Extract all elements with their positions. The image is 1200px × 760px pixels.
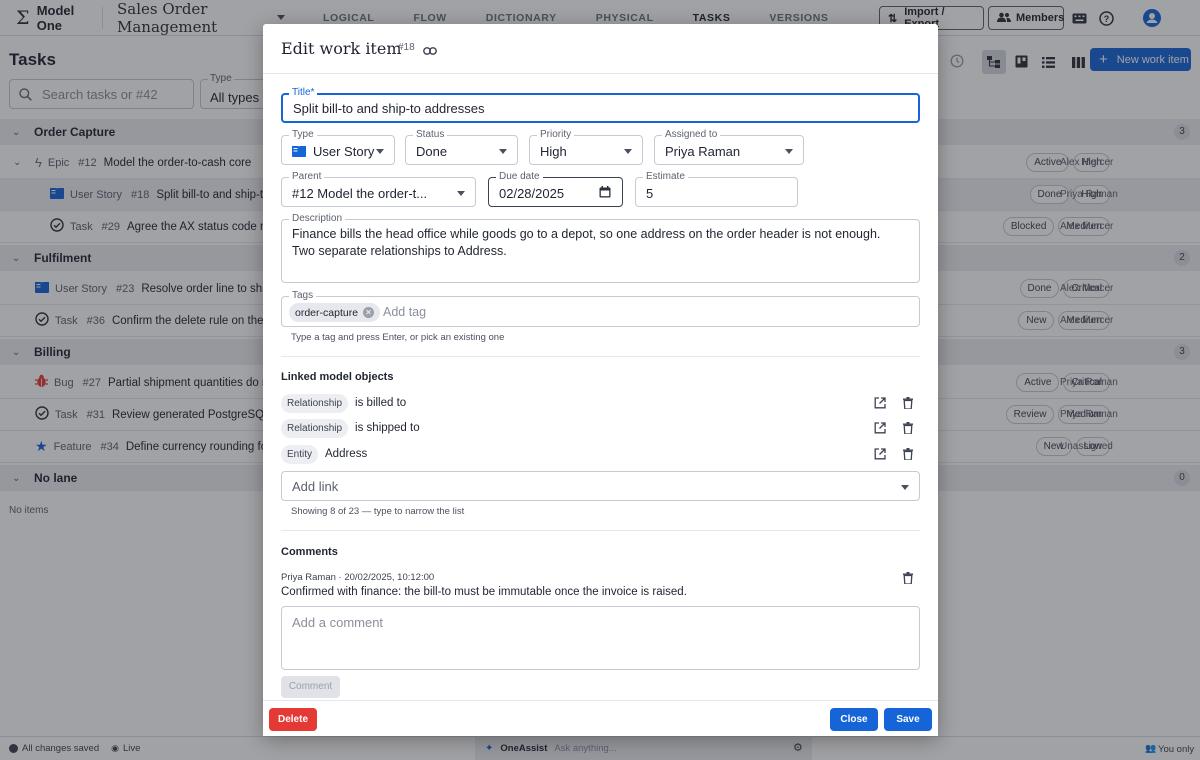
chevron-down-icon (624, 149, 632, 154)
add-link-select[interactable]: Add link (281, 471, 920, 501)
tags-help-text: Type a tag and press Enter, or pick an e… (291, 332, 505, 343)
remove-tag-icon[interactable]: ✕ (363, 307, 375, 318)
chevron-down-icon (499, 149, 507, 154)
add-link-placeholder: Add link (292, 479, 339, 494)
trash-icon[interactable] (903, 397, 913, 409)
parent-value: #12 Model the order-t... (292, 186, 428, 201)
estimate-field[interactable]: Estimate 5 (635, 171, 798, 207)
description-field[interactable]: Description Finance bills the head offic… (281, 213, 920, 283)
comments-heading: Comments (281, 546, 338, 558)
linked-object-row: Relationship is billed to (281, 393, 920, 413)
tags-label: Tags (289, 290, 317, 302)
work-item-id: #18 (398, 42, 415, 53)
trash-icon[interactable] (903, 572, 913, 587)
open-external-icon[interactable] (874, 422, 886, 434)
assigned-value: Priya Raman (665, 144, 741, 159)
chevron-down-icon (376, 149, 384, 154)
book-icon (292, 145, 306, 160)
status-value: Done (416, 144, 448, 159)
tag-chip[interactable]: order-capture ✕ (289, 303, 381, 322)
priority-value: High (540, 144, 567, 159)
description-label: Description (289, 213, 346, 225)
due-date-label: Due date (496, 171, 543, 183)
divider (281, 356, 920, 357)
linked-object-row: Entity Address (281, 444, 920, 464)
link-name: is billed to (355, 397, 407, 409)
link-name: is shipped to (355, 422, 420, 434)
dialog-title: Edit work item (281, 39, 402, 58)
title-label: Title* (289, 87, 318, 99)
comment-placeholder: Add a comment (292, 615, 384, 630)
type-value: User Story (313, 144, 375, 159)
comment-input[interactable]: Add a comment (281, 606, 920, 670)
link-kind: Entity (281, 444, 319, 464)
chevron-down-icon (785, 149, 793, 154)
title-field[interactable]: Title* Split bill-to and ship-to address… (281, 87, 920, 123)
status-select[interactable]: Status Done (405, 129, 518, 165)
due-date-value: 02/28/2025 (499, 186, 565, 201)
trash-icon[interactable] (903, 448, 913, 460)
link-kind: Relationship (281, 418, 349, 438)
title-value: Split bill-to and ship-to addresses (293, 101, 485, 116)
status-label: Status (413, 129, 448, 141)
dialog-header: Edit work item #18 (263, 24, 938, 74)
edit-work-item-dialog: Edit work item #18 Title* Split bill-to … (263, 24, 938, 736)
type-label: Type (289, 129, 317, 141)
link-kind: Relationship (281, 393, 349, 413)
priority-select[interactable]: Priority High (529, 129, 643, 165)
linked-objects-heading: Linked model objects (281, 371, 394, 383)
due-date-field[interactable]: Due date 02/28/2025 (488, 171, 623, 207)
linked-object-row: Relationship is shipped to (281, 418, 920, 438)
dialog-footer: Delete Close Save (263, 700, 938, 736)
chevron-down-icon (457, 191, 465, 196)
comment-meta: Priya Raman · 20/02/2025, 10:12:00 (281, 572, 435, 583)
parent-label: Parent (289, 171, 325, 183)
open-external-icon[interactable] (874, 448, 886, 460)
assignee-select[interactable]: Assigned to Priya Raman (654, 129, 804, 165)
delete-button[interactable]: Delete (269, 708, 317, 731)
trash-icon[interactable] (903, 422, 913, 434)
chevron-down-icon (901, 485, 909, 490)
comment-button[interactable]: Comment (281, 676, 340, 698)
type-select[interactable]: Type User Story (281, 129, 395, 165)
estimate-label: Estimate (643, 171, 688, 183)
comment-text: Confirmed with finance: the bill-to must… (281, 586, 687, 598)
tags-field[interactable]: Tags order-capture ✕ Add tag (281, 290, 920, 327)
open-external-icon[interactable] (874, 397, 886, 409)
calendar-icon[interactable] (599, 186, 611, 201)
tags-placeholder: Add tag (383, 305, 427, 319)
copy-link-icon[interactable] (423, 43, 437, 58)
save-button[interactable]: Save (884, 708, 932, 731)
estimate-value: 5 (646, 186, 654, 201)
description-value: Finance bills the head office while good… (292, 227, 881, 258)
link-name: Address (325, 448, 368, 460)
parent-select[interactable]: Parent #12 Model the order-t... (281, 171, 476, 207)
assigned-label: Assigned to (662, 129, 721, 141)
priority-label: Priority (537, 129, 575, 141)
close-button[interactable]: Close (830, 708, 878, 731)
links-help-text: Showing 8 of 23 — type to narrow the lis… (291, 506, 465, 517)
divider (281, 530, 920, 531)
tag-label: order-capture (295, 306, 359, 319)
